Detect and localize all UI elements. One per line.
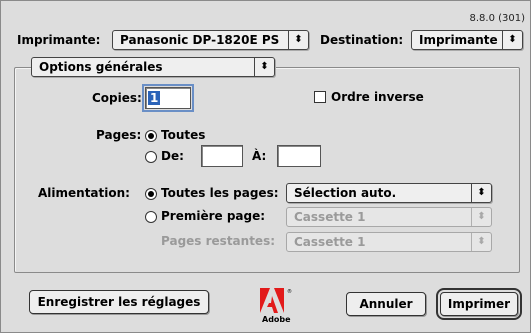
up-down-arrows-icon: ⬍	[254, 58, 274, 76]
adobe-logo-text: Adobe	[262, 315, 291, 324]
adobe-logo-icon: ® Adobe	[258, 286, 294, 326]
up-down-arrows-icon: ⬍	[471, 233, 491, 251]
all-pages-source-popup[interactable]: Sélection auto. ⬍	[286, 183, 492, 203]
up-down-arrows-icon: ⬍	[502, 31, 522, 49]
reverse-order-checkbox[interactable]	[314, 91, 326, 103]
remaining-pages-source-value: Cassette 1	[294, 235, 366, 249]
svg-text:®: ®	[287, 288, 292, 295]
first-page-radio[interactable]	[145, 211, 157, 223]
destination-popup-value: Imprimante	[419, 33, 498, 47]
pages-range-radio[interactable]	[145, 151, 157, 163]
paper-source-label: Alimentation:	[38, 186, 130, 200]
save-settings-button[interactable]: Enregistrer les réglages	[29, 290, 209, 314]
printer-popup[interactable]: Panasonic DP-1820E PS ⬍	[112, 30, 309, 50]
up-down-arrows-icon: ⬍	[471, 184, 491, 202]
destination-popup[interactable]: Imprimante ⬍	[411, 30, 523, 50]
printer-label: Imprimante:	[17, 33, 101, 47]
all-pages-label: Toutes les pages:	[161, 186, 279, 200]
up-down-arrows-icon: ⬍	[288, 31, 308, 49]
pages-label: Pages:	[96, 128, 142, 142]
reverse-order-label: Ordre inverse	[331, 90, 424, 104]
panel-menu-value: Options générales	[39, 60, 163, 74]
copies-label: Copies:	[92, 91, 142, 105]
pages-all-label: Toutes	[161, 128, 206, 142]
up-down-arrows-icon: ⬍	[471, 208, 491, 226]
copies-value: 1	[148, 91, 161, 105]
copies-field[interactable]: 1	[142, 84, 194, 112]
cancel-button[interactable]: Annuler	[346, 292, 426, 316]
pages-from-label: De:	[161, 149, 184, 163]
first-page-label: Première page:	[161, 209, 266, 223]
pages-from-field[interactable]	[201, 145, 243, 167]
first-page-source-value: Cassette 1	[294, 210, 366, 224]
panel-menu-popup[interactable]: Options générales ⬍	[31, 57, 275, 77]
printer-popup-value: Panasonic DP-1820E PS	[120, 33, 280, 47]
pages-all-radio[interactable]	[145, 130, 157, 142]
all-pages-source-value: Sélection auto.	[294, 186, 397, 200]
destination-label: Destination:	[320, 33, 404, 47]
version-label: 8.8.0 (301)	[469, 13, 525, 24]
adobe-logo-mark: ®	[260, 288, 292, 313]
first-page-source-popup[interactable]: Cassette 1 ⬍	[286, 207, 492, 227]
pages-to-label: À:	[252, 149, 267, 163]
remaining-pages-label: Pages restantes:	[161, 234, 276, 248]
print-button[interactable]: Imprimer	[436, 288, 522, 320]
print-dialog: 8.8.0 (301) Imprimante: Panasonic DP-182…	[0, 0, 531, 333]
pages-to-field[interactable]	[277, 145, 321, 167]
remaining-pages-source-popup[interactable]: Cassette 1 ⬍	[286, 232, 492, 252]
all-pages-radio[interactable]	[145, 188, 157, 200]
